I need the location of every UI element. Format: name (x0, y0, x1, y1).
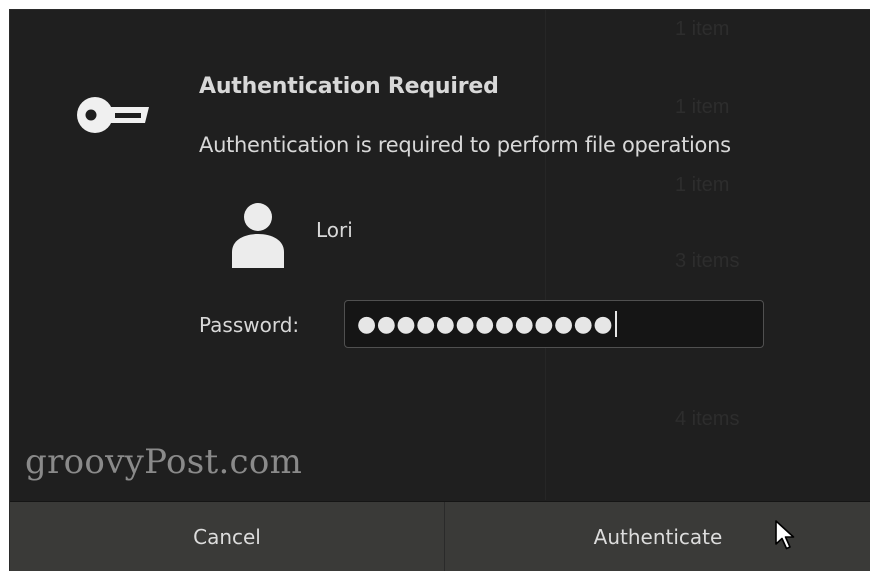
password-field[interactable]: ●●●●●●●●●●●●● (344, 300, 764, 348)
dialog-button-bar: Cancel Authenticate (10, 501, 870, 571)
mouse-pointer-icon (775, 520, 795, 550)
dialog-message: Authentication is required to perform fi… (199, 133, 731, 157)
background-ghost-item: 4 items (675, 408, 740, 430)
dialog-title: Authentication Required (199, 74, 499, 99)
watermark: groovyPost.com (25, 442, 303, 482)
background-ghost-item: 1 item (675, 96, 730, 118)
background-ghost-item: 1 item (675, 18, 730, 40)
password-masked-value: ●●●●●●●●●●●●● (357, 311, 614, 337)
background-ghost-item: 3 items (675, 250, 740, 272)
background-column-divider (545, 10, 546, 500)
authenticate-button[interactable]: Authenticate (445, 502, 870, 571)
password-label: Password: (199, 313, 300, 337)
cancel-button[interactable]: Cancel (10, 502, 445, 571)
text-caret (615, 311, 618, 337)
dialog-panel: 1 item 1 item 1 item 3 items 4 items Aut… (9, 9, 870, 571)
user-avatar-icon (232, 203, 284, 268)
auth-dialog: 1 item 1 item 1 item 3 items 4 items Aut… (0, 0, 870, 571)
user-name: Lori (316, 218, 353, 242)
key-icon (77, 97, 149, 133)
background-ghost-item: 1 item (675, 174, 730, 196)
